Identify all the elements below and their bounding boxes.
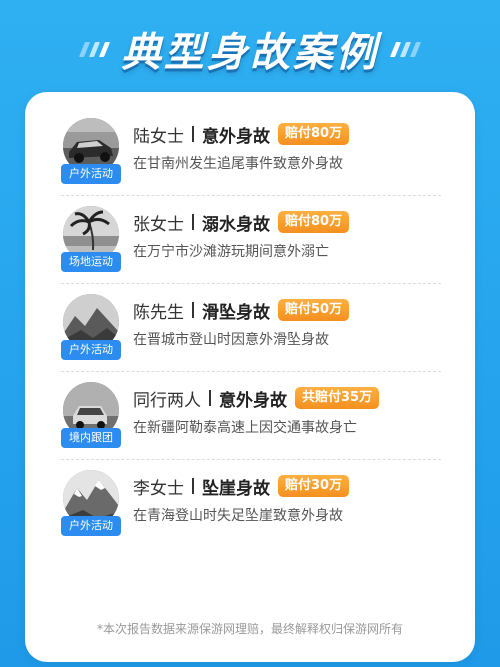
case-list-card: 户外活动 陆女士 意外身故 赔付80万 在甘南州发生追尾事件致意外身故 场地运动…	[25, 92, 475, 662]
case-photo: 场地运动	[61, 206, 121, 272]
case-tag: 场地运动	[61, 252, 121, 272]
case-cause: 意外身故	[219, 390, 287, 411]
case-cause: 意外身故	[202, 126, 270, 147]
case-person: 李女士	[133, 478, 184, 499]
case-person: 陈先生	[133, 302, 184, 323]
case-info: 李女士 坠崖身故 赔付30万 在青海登山时失足坠崖致意外身故	[133, 474, 443, 525]
case-description: 在新疆阿勒泰高速上因交通事故身亡	[133, 420, 357, 436]
case-cause: 坠崖身故	[202, 478, 270, 499]
separator	[209, 390, 211, 406]
case-item[interactable]: 户外活动 陈先生 滑坠身故 赔付50万 在晋城市登山时因意外滑坠身故	[61, 284, 441, 372]
case-cause: 溺水身故	[202, 214, 270, 235]
case-item[interactable]: 户外活动 陆女士 意外身故 赔付80万 在甘南州发生追尾事件致意外身故	[61, 108, 441, 196]
case-item[interactable]: 户外活动 李女士 坠崖身故 赔付30万 在青海登山时失足坠崖致意外身故	[61, 460, 441, 548]
case-info: 张女士 溺水身故 赔付80万 在万宁市沙滩游玩期间意外溺亡	[133, 210, 443, 261]
payout-badge: 赔付30万	[278, 475, 350, 497]
header: 典型身故案例	[0, 14, 500, 84]
separator	[192, 214, 194, 230]
case-person: 陆女士	[133, 126, 184, 147]
payout-badge: 赔付80万	[278, 123, 350, 145]
case-info: 陆女士 意外身故 赔付80万 在甘南州发生追尾事件致意外身故	[133, 122, 443, 173]
case-description: 在晋城市登山时因意外滑坠身故	[133, 332, 329, 348]
separator	[192, 126, 194, 142]
separator	[192, 478, 194, 494]
payout-badge: 赔付50万	[278, 299, 350, 321]
case-tag: 户外活动	[61, 340, 121, 360]
case-cause: 滑坠身故	[202, 302, 270, 323]
case-item[interactable]: 场地运动 张女士 溺水身故 赔付80万 在万宁市沙滩游玩期间意外溺亡	[61, 196, 441, 284]
case-info: 陈先生 滑坠身故 赔付50万 在晋城市登山时因意外滑坠身故	[133, 298, 443, 349]
decor-stripes-right	[389, 41, 422, 57]
case-person: 同行两人	[133, 390, 201, 411]
case-item[interactable]: 境内跟团 同行两人 意外身故 共赔付35万 在新疆阿勒泰高速上因交通事故身亡	[61, 372, 441, 460]
case-photo: 户外活动	[61, 470, 121, 536]
case-description: 在青海登山时失足坠崖致意外身故	[133, 508, 343, 524]
case-tag: 户外活动	[61, 516, 121, 536]
case-description: 在万宁市沙滩游玩期间意外溺亡	[133, 244, 329, 260]
separator	[192, 302, 194, 318]
case-info: 同行两人 意外身故 共赔付35万 在新疆阿勒泰高速上因交通事故身亡	[133, 386, 443, 437]
footnote: *本次报告数据来源保游网理赔，最终解释权归保游网所有	[96, 622, 403, 636]
payout-badge: 共赔付35万	[295, 387, 380, 409]
case-photo: 户外活动	[61, 294, 121, 360]
case-description: 在甘南州发生追尾事件致意外身故	[133, 156, 343, 172]
page-title: 典型身故案例	[121, 30, 379, 76]
payout-badge: 赔付80万	[278, 211, 350, 233]
decor-stripes-left	[78, 41, 111, 57]
case-photo: 户外活动	[61, 118, 121, 184]
case-tag: 境内跟团	[61, 428, 121, 448]
case-tag: 户外活动	[61, 164, 121, 184]
case-person: 张女士	[133, 214, 184, 235]
case-photo: 境内跟团	[61, 382, 121, 448]
